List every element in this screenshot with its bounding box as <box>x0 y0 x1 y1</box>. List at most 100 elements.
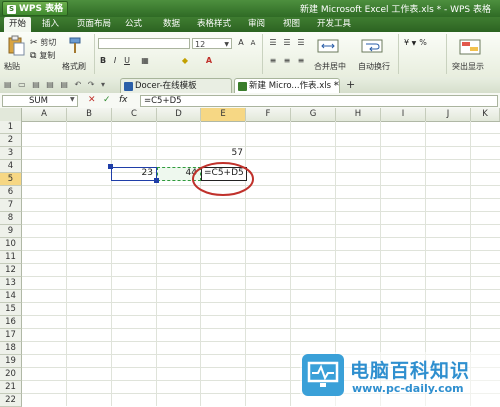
row-header[interactable]: 17 <box>0 329 22 342</box>
column-header[interactable]: D <box>157 108 201 121</box>
row-header[interactable]: 4 <box>0 160 22 173</box>
font-name-combo[interactable] <box>98 38 190 49</box>
menu-table-style[interactable]: 表格样式 <box>192 17 236 32</box>
grid-line <box>22 224 500 225</box>
row-header[interactable]: 22 <box>0 394 22 407</box>
insert-function-icon[interactable]: fx <box>119 95 128 105</box>
divider <box>94 34 95 74</box>
underline-icon[interactable]: U <box>122 56 132 66</box>
column-header[interactable]: C <box>112 108 157 121</box>
tab-docer[interactable]: Docer-在线模板 <box>120 78 232 93</box>
new-tab-icon[interactable]: + <box>346 78 355 91</box>
font-color-icon[interactable]: A <box>204 56 214 66</box>
watermark-url: www.pc-daily.com <box>352 382 464 395</box>
column-header[interactable]: I <box>381 108 426 121</box>
grid-line <box>22 341 500 342</box>
row-header[interactable]: 10 <box>0 238 22 251</box>
grid-line <box>22 276 500 277</box>
row-header[interactable]: 16 <box>0 316 22 329</box>
column-header[interactable]: H <box>336 108 381 121</box>
cell-C5-reference[interactable]: 23 <box>111 167 157 181</box>
align-bottom-icon[interactable]: ☰ <box>296 38 306 48</box>
formula-input[interactable]: =C5+D5 <box>140 95 498 107</box>
app-name: WPS 表格 <box>19 4 64 14</box>
menu-insert[interactable]: 插入 <box>37 17 64 32</box>
chevron-down-icon[interactable]: ▼ <box>70 96 75 103</box>
column-header[interactable]: G <box>291 108 336 121</box>
row-header[interactable]: 12 <box>0 264 22 277</box>
cell-E3[interactable]: 57 <box>201 147 243 160</box>
row-header[interactable]: 7 <box>0 199 22 212</box>
paste-button[interactable] <box>6 35 26 59</box>
enter-icon[interactable]: ✓ <box>103 95 111 105</box>
select-all-corner[interactable] <box>0 108 22 121</box>
row-header[interactable]: 8 <box>0 212 22 225</box>
range-handle[interactable] <box>108 164 113 169</box>
grow-font-icon[interactable]: A <box>236 38 246 48</box>
row-header[interactable]: 2 <box>0 134 22 147</box>
row-header[interactable]: 19 <box>0 355 22 368</box>
align-top-icon[interactable]: ☰ <box>268 38 278 48</box>
percent-button[interactable]: % <box>418 38 428 48</box>
menu-developer[interactable]: 开发工具 <box>312 17 356 32</box>
row-header[interactable]: 20 <box>0 368 22 381</box>
highlight-button[interactable] <box>458 38 486 58</box>
italic-icon[interactable]: I <box>110 56 120 66</box>
row-header[interactable]: 13 <box>0 277 22 290</box>
watermark-title: 电脑百科知识 <box>350 360 471 382</box>
bold-icon[interactable]: B <box>98 56 108 66</box>
align-center-icon[interactable]: ≡ <box>282 56 292 66</box>
menu-page-layout[interactable]: 页面布局 <box>72 17 116 32</box>
name-box[interactable]: SUM <box>2 95 78 107</box>
borders-icon[interactable]: ▦ <box>140 56 150 66</box>
range-handle[interactable] <box>154 178 159 183</box>
copy-button[interactable]: ⧉ 复制 <box>30 50 55 61</box>
grid-line <box>22 211 500 212</box>
align-right-icon[interactable]: ≡ <box>296 56 306 66</box>
number-format-combo[interactable]: ¥ ▼ <box>404 38 416 47</box>
fill-color-icon[interactable]: ◆ <box>180 56 190 66</box>
shrink-font-icon[interactable]: A <box>248 38 258 48</box>
menu-home[interactable]: 开始 <box>4 17 32 32</box>
align-middle-icon[interactable]: ☰ <box>282 38 292 48</box>
format-painter-button[interactable] <box>66 37 86 57</box>
row-header[interactable]: 6 <box>0 186 22 199</box>
row-header-selected[interactable]: 5 <box>0 173 22 186</box>
grid-line <box>22 302 500 303</box>
cancel-icon[interactable]: ✕ <box>88 95 96 105</box>
menu-review[interactable]: 审阅 <box>243 17 270 32</box>
grid-line <box>22 328 500 329</box>
row-header[interactable]: 9 <box>0 225 22 238</box>
row-header[interactable]: 15 <box>0 303 22 316</box>
row-header[interactable]: 11 <box>0 251 22 264</box>
cut-button[interactable]: ✂ 剪切 <box>30 37 56 48</box>
row-header[interactable]: 14 <box>0 290 22 303</box>
highlight-label: 突出显示 <box>452 62 484 71</box>
monitor-logo-icon <box>302 354 344 396</box>
clipboard-icon <box>8 35 25 56</box>
row-header[interactable]: 18 <box>0 342 22 355</box>
row-header[interactable]: 21 <box>0 381 22 394</box>
app-menu-button[interactable]: SWPS 表格 ▼ <box>2 1 68 28</box>
menu-data[interactable]: 数据 <box>158 17 185 32</box>
menu-view[interactable]: 视图 <box>278 17 305 32</box>
grid-line <box>22 237 500 238</box>
row-header[interactable]: 3 <box>0 147 22 160</box>
font-size-combo[interactable]: 12 ▼ <box>192 38 232 49</box>
menu-formulas[interactable]: 公式 <box>120 17 147 32</box>
column-header[interactable]: F <box>246 108 291 121</box>
font-size-value: 12 <box>195 40 206 49</box>
tab-workbook[interactable]: 新建 Micro...作表.xls * <box>234 78 340 93</box>
align-left-icon[interactable]: ≡ <box>268 56 278 66</box>
merge-cells-icon <box>317 39 339 53</box>
close-tab-icon[interactable]: ✕ <box>334 80 340 88</box>
column-header-selected[interactable]: E <box>201 108 246 121</box>
merge-center-button[interactable] <box>316 38 344 56</box>
column-header[interactable]: J <box>426 108 471 121</box>
grid-line <box>22 315 500 316</box>
column-header[interactable]: A <box>22 108 67 121</box>
column-header[interactable]: K <box>471 108 500 121</box>
row-header[interactable]: 1 <box>0 121 22 134</box>
wrap-text-button[interactable] <box>360 38 388 56</box>
column-header[interactable]: B <box>67 108 112 121</box>
